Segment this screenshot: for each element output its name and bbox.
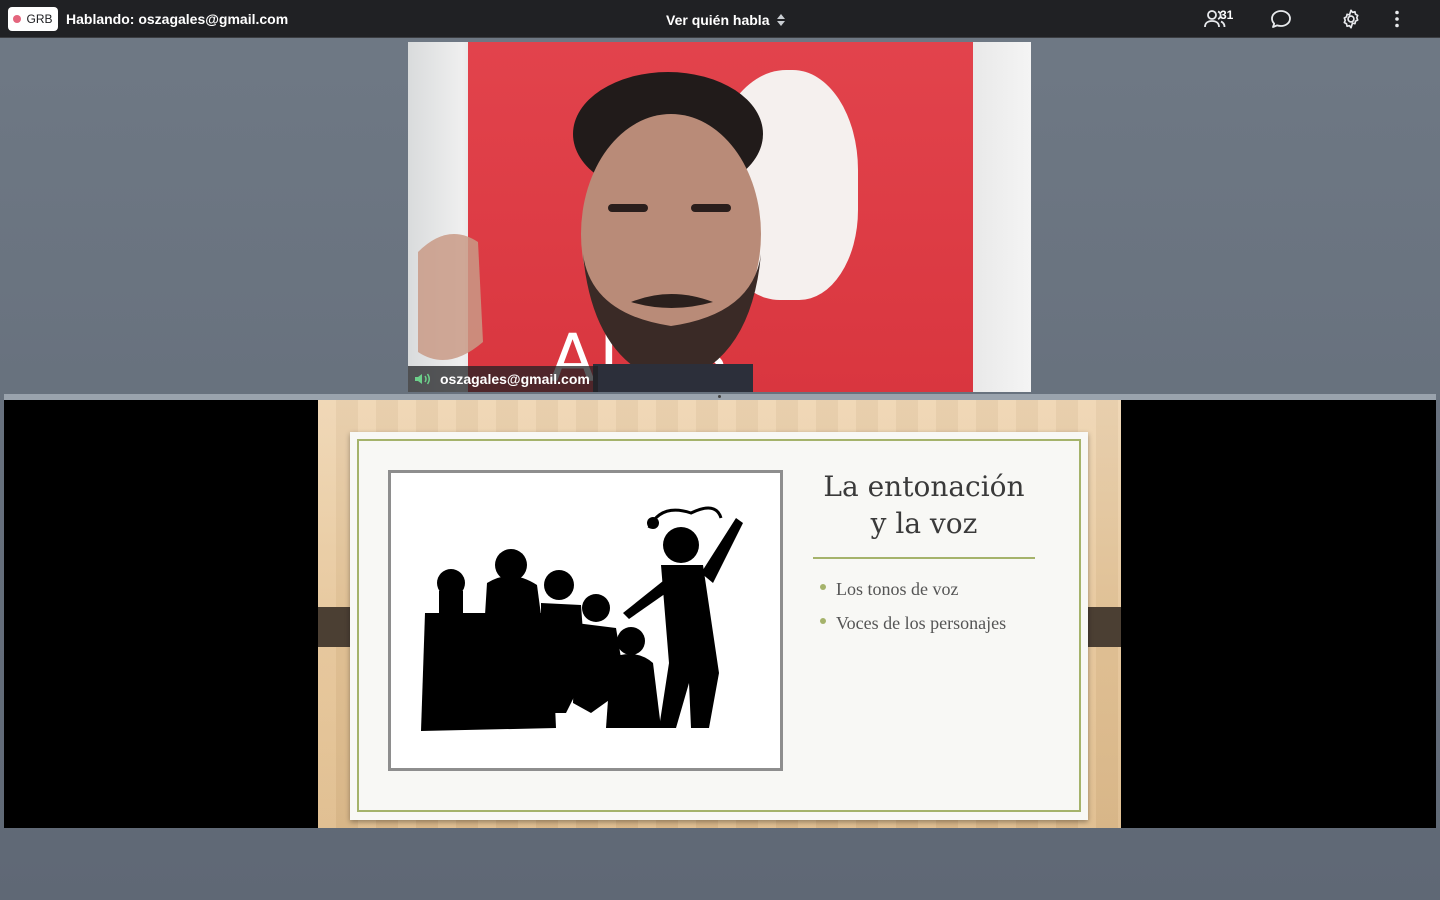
- settings-button[interactable]: [1336, 5, 1366, 33]
- video-background-wall-right: [969, 42, 1031, 392]
- slide-title: La entonación y la voz: [823, 470, 1025, 540]
- chevron-updown-icon: [777, 14, 786, 26]
- participants-count: 31: [1220, 8, 1234, 22]
- slide-bullet: Los tonos de voz: [820, 572, 1006, 606]
- chat-icon: [1271, 10, 1291, 28]
- record-dot-icon: [13, 15, 22, 23]
- speaker-person: [573, 72, 763, 392]
- slide-title-rule: [813, 557, 1035, 559]
- participant-name-tag: oszagales@gmail.com: [408, 366, 598, 392]
- chat-button[interactable]: [1266, 5, 1296, 33]
- view-mode-label: Ver quién habla: [666, 12, 770, 28]
- raised-hand: [418, 234, 483, 360]
- speaker-icon: [415, 373, 430, 385]
- puppet-show-silhouette: [421, 506, 743, 731]
- more-options-button[interactable]: [1382, 5, 1412, 33]
- top-bar: GRB Hablando: oszagales@gmail.com Ver qu…: [0, 0, 1440, 38]
- slide-bullet-text: Voces de los personajes: [836, 612, 1007, 633]
- gear-icon: [1343, 9, 1359, 29]
- slide-illustration-frame: [388, 470, 783, 771]
- more-vert-icon: [1395, 10, 1399, 28]
- slide-bullet-text: Los tonos de voz: [836, 578, 959, 599]
- slide-bullet-list: Los tonos de voz Voces de los personajes: [820, 572, 1006, 640]
- active-speaker-label: Hablando: oszagales@gmail.com: [66, 11, 289, 27]
- recording-label: GRB: [26, 12, 53, 26]
- bullet-icon: [820, 584, 826, 590]
- view-mode-select[interactable]: Ver quién habla: [666, 9, 786, 31]
- speaker-video-tile[interactable]: ALES: [408, 42, 1031, 392]
- slide-bullet: Voces de los personajes: [820, 606, 1006, 640]
- bullet-icon: [820, 618, 826, 624]
- participant-name: oszagales@gmail.com: [440, 371, 590, 387]
- recording-badge[interactable]: GRB: [8, 7, 58, 31]
- divider-handle[interactable]: [718, 395, 721, 398]
